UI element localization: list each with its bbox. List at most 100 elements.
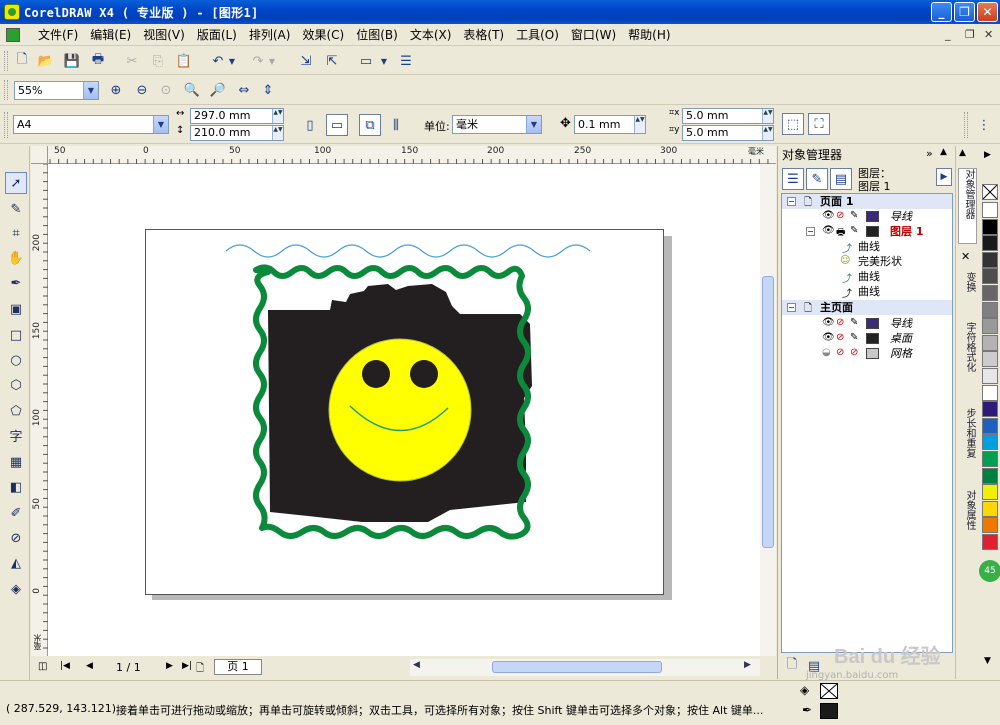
visible-eye-icon[interactable]: 👁 (822, 225, 835, 236)
smart-fill-tool-icon[interactable]: ▣ (5, 298, 27, 320)
tree-row-object[interactable]: ☺ 完美形状 (782, 254, 952, 269)
zoom-all-objects-icon[interactable]: 🔍 (182, 80, 202, 100)
menu-tools[interactable]: 工具(O) (510, 26, 565, 43)
visible-eye-icon[interactable]: 👁 (822, 210, 835, 221)
tab-object-manager[interactable]: 对象管理器 (958, 168, 977, 244)
menu-text[interactable]: 文本(X) (404, 26, 458, 43)
rectangle-tool-icon[interactable]: □ (5, 324, 27, 346)
zoom-tool-icon[interactable]: ✋ (5, 247, 27, 269)
fill-tool-icon[interactable]: ◭ (5, 552, 27, 574)
palette-swatch[interactable] (982, 500, 998, 517)
editable-pencil-icon[interactable]: ✎ (850, 317, 858, 328)
menu-edit[interactable]: 编辑(E) (84, 26, 137, 43)
tabs-scroll-up-icon[interactable]: ▲ (959, 148, 966, 158)
palette-swatch[interactable] (982, 235, 998, 252)
edit-across-layers-icon[interactable]: ✎ (806, 168, 828, 190)
docker-collapse-icon[interactable]: ▲ (940, 147, 947, 157)
redo-icon[interactable]: ↷ (248, 51, 268, 71)
palette-swatch[interactable] (982, 467, 998, 484)
prev-page-icon[interactable]: ◀ (86, 661, 93, 671)
no-print-icon[interactable]: ⊘ (836, 317, 844, 328)
nudge-distance-input[interactable]: 0.1 mm ▲▼ (574, 115, 646, 134)
tree-row-object[interactable]: ⤴ 曲线 (782, 284, 952, 300)
horizontal-ruler[interactable]: 50 0 50 100 150 200 250 300 毫米 (48, 146, 776, 164)
horizontal-scrollbar[interactable]: ◀ ▶ (410, 659, 760, 676)
palette-swatch[interactable] (982, 368, 998, 384)
vertical-ruler[interactable]: 200 150 100 50 0 毫米 (31, 164, 48, 656)
vertical-scroll-thumb[interactable] (762, 276, 774, 548)
minimize-button[interactable]: _ (931, 2, 952, 22)
next-page-icon[interactable]: ▶ (166, 661, 173, 671)
page-height-input[interactable]: 210.0 mm ▲▼ (190, 125, 284, 141)
tab-transform[interactable]: 变换 (958, 272, 977, 316)
table-tool-icon[interactable]: ▦ (5, 451, 27, 473)
no-color-swatch[interactable] (982, 184, 998, 200)
layer-manager-view-icon[interactable]: ▤ (830, 168, 852, 190)
interactive-fill-tool-icon[interactable]: ◈ (5, 578, 27, 600)
undo-icon[interactable]: ↶ (208, 51, 228, 71)
zoom-level-select[interactable]: 55% ▼ (14, 81, 99, 100)
show-properties-icon[interactable]: ☰ (782, 168, 804, 190)
toolbar-grip[interactable] (4, 112, 8, 138)
toolbar-grip[interactable] (4, 51, 8, 71)
first-page-icon[interactable]: |◀ (60, 661, 70, 671)
fill-none-swatch[interactable] (820, 683, 838, 699)
visible-eye-icon[interactable]: 👁 (822, 332, 835, 343)
palette-swatch[interactable] (982, 451, 998, 467)
last-page-icon[interactable]: ▶| (182, 661, 192, 671)
collapse-icon[interactable]: − (787, 197, 796, 206)
new-icon[interactable]: 🗋 (12, 51, 32, 71)
toolbar-grip[interactable] (4, 80, 8, 100)
visible-eye-icon[interactable]: 👁 (822, 317, 835, 328)
palette-swatch[interactable] (982, 517, 998, 534)
menu-view[interactable]: 视图(V) (137, 26, 191, 43)
palette-swatch[interactable] (982, 268, 998, 285)
collapse-icon[interactable]: − (806, 227, 815, 236)
tab-object-properties[interactable]: 对象属性 (958, 490, 977, 550)
zoom-out-icon[interactable]: ⊖ (132, 80, 152, 100)
cut-icon[interactable]: ✂ (122, 51, 142, 71)
menu-window[interactable]: 窗口(W) (565, 26, 622, 43)
tree-row-layer[interactable]: 👁 ⊘ ✎ 桌面 (782, 331, 952, 346)
pick-tool-icon[interactable]: ➚ (5, 172, 27, 194)
ellipse-tool-icon[interactable]: ○ (5, 349, 27, 371)
shape-tool-icon[interactable]: ✎ (5, 198, 27, 220)
page-width-input[interactable]: 297.0 mm ▲▼ (190, 108, 284, 124)
zoom-page-icon[interactable]: 🔎 (208, 80, 228, 100)
docker-expand-icon[interactable]: » (926, 147, 933, 160)
tab-step-and-repeat[interactable]: 步长和重复 (958, 408, 977, 484)
treat-as-filled-icon[interactable]: ⬚ (782, 113, 804, 135)
collapse-icon[interactable]: − (787, 303, 796, 312)
editable-pencil-icon[interactable]: ✎ (850, 332, 858, 343)
zoom-selected-icon[interactable]: ⊙ (156, 80, 176, 100)
drawing-canvas[interactable] (48, 164, 760, 656)
tree-row-master-page[interactable]: − 🗋 主页面 (782, 300, 952, 315)
hidden-eye-icon[interactable]: ◒ (822, 347, 831, 358)
tree-row-page[interactable]: − 🗋 页面 1 (782, 194, 952, 209)
menu-table[interactable]: 表格(T) (457, 26, 510, 43)
outline-tool-icon[interactable]: ⊘ (5, 527, 27, 549)
open-icon[interactable]: 📂 (36, 51, 56, 71)
menu-effects[interactable]: 效果(C) (296, 26, 350, 43)
tree-row-layer[interactable]: ◒ ⊘ ⊘ 网格 (782, 346, 952, 361)
palette-swatch[interactable] (982, 334, 998, 351)
options-icon[interactable]: ⋮ (974, 115, 994, 135)
palette-swatch[interactable] (982, 202, 998, 218)
welcome-screen-icon[interactable]: ☰ (396, 51, 416, 71)
all-pages-icon[interactable]: ⧉ (359, 114, 381, 136)
scroll-right-icon[interactable]: ▶ (744, 660, 751, 670)
basic-shapes-tool-icon[interactable]: ⬠ (5, 400, 27, 422)
ruler-origin[interactable] (31, 146, 48, 164)
zoom-in-icon[interactable]: ⊕ (106, 80, 126, 100)
editable-pencil-icon[interactable]: ✎ (850, 210, 858, 221)
close-button[interactable]: ✕ (977, 2, 998, 22)
menu-bitmaps[interactable]: 位图(B) (350, 26, 404, 43)
artwork[interactable] (48, 164, 760, 656)
palette-swatch[interactable] (982, 218, 998, 235)
palette-swatch[interactable] (982, 251, 998, 268)
menu-file[interactable]: 文件(F) (32, 26, 84, 43)
copy-icon[interactable]: ⎘ (148, 51, 168, 71)
vertical-scrollbar[interactable] (760, 164, 776, 656)
undo-dropdown-icon[interactable]: ▼ (226, 51, 238, 71)
no-print-icon[interactable]: ⊘ (836, 332, 844, 343)
